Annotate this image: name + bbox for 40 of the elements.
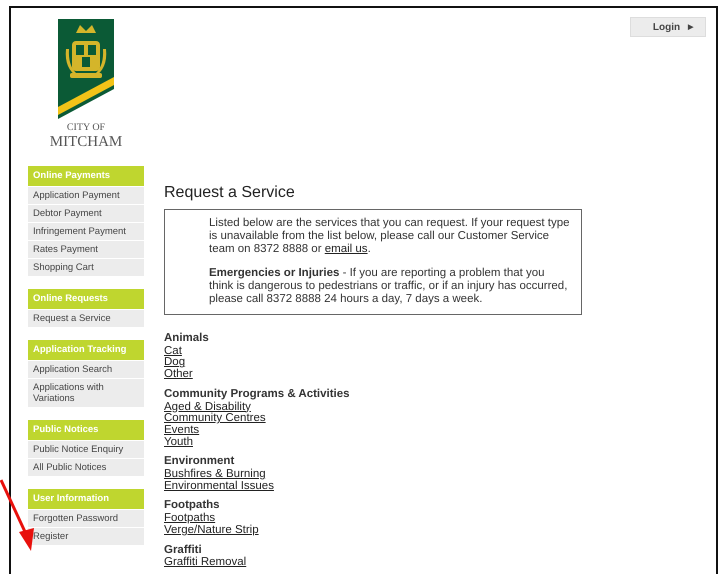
logo-text: MITCHAM xyxy=(50,135,122,150)
sidebar-item[interactable]: Applications with Variations xyxy=(28,379,144,407)
page-title: Request a Service xyxy=(164,184,296,202)
email-link[interactable]: email us xyxy=(324,243,368,255)
category-heading: Animals xyxy=(164,333,210,345)
service-link[interactable]: Footpaths xyxy=(164,513,216,525)
category-heading: Graffiti xyxy=(164,544,203,556)
service-link[interactable]: Community Centres xyxy=(164,413,266,425)
sidebar-item[interactable]: Infringement Payment xyxy=(28,223,144,240)
category-heading: Community Programs & Activities xyxy=(164,388,351,401)
service-link[interactable]: Youth xyxy=(164,436,193,448)
service-link[interactable]: Aged & Disability xyxy=(164,402,251,414)
service-link[interactable]: Events xyxy=(164,424,200,437)
sidebar-item[interactable]: Application Search xyxy=(28,361,144,378)
service-link[interactable]: Environmental Issues xyxy=(164,480,274,492)
sidebar-section-header: Online Requests xyxy=(28,289,144,309)
sidebar-item[interactable]: All Public Notices xyxy=(28,459,144,476)
sidebar-item[interactable]: Public Notice Enquiry xyxy=(28,441,144,458)
service-link[interactable]: Verge/Nature Strip xyxy=(164,524,259,537)
sidebar-section-header: User Information xyxy=(28,489,144,509)
sidebar-item[interactable]: Shopping Cart xyxy=(28,259,144,276)
service-link[interactable]: Cat xyxy=(164,346,182,358)
sidebar-section-header: Public Notices xyxy=(28,420,144,440)
service-link[interactable]: Other xyxy=(164,369,193,381)
sidebar-item[interactable]: Rates Payment xyxy=(28,241,144,258)
intro-paragraph: Listed below are the services that you can request. If your request type is unavailable from the list below, please call our Customer Service team on 8372 8888 or email us. xyxy=(209,217,571,256)
category-heading: Environment xyxy=(164,456,236,468)
service-link[interactable]: Dog xyxy=(164,357,186,370)
service-link[interactable]: Bushfires & Burning xyxy=(164,469,266,481)
sidebar-section-header: Application Tracking xyxy=(28,340,144,360)
sidebar-item[interactable]: Forgotten Password xyxy=(28,510,144,527)
category-heading: Footpaths xyxy=(164,500,221,512)
service-link[interactable]: Graffiti Removal xyxy=(164,557,246,569)
sidebar-section-header: Online Payments xyxy=(28,166,144,186)
logo-text: CITY OF xyxy=(66,123,106,133)
sidebar-item[interactable]: Debtor Payment xyxy=(28,205,144,222)
emergency-paragraph: Emergencies or Injuries - If you are reporting a problem that you think is dangerous to pedestrians or traffic, or if an injury has occurred, please call 8372 8888 24 hours a day, 7 days a week. xyxy=(209,267,568,306)
sidebar-item[interactable]: Register xyxy=(28,528,144,545)
sidebar-item[interactable]: Application Payment xyxy=(28,187,144,204)
sidebar-item[interactable]: Request a Service xyxy=(28,310,144,327)
